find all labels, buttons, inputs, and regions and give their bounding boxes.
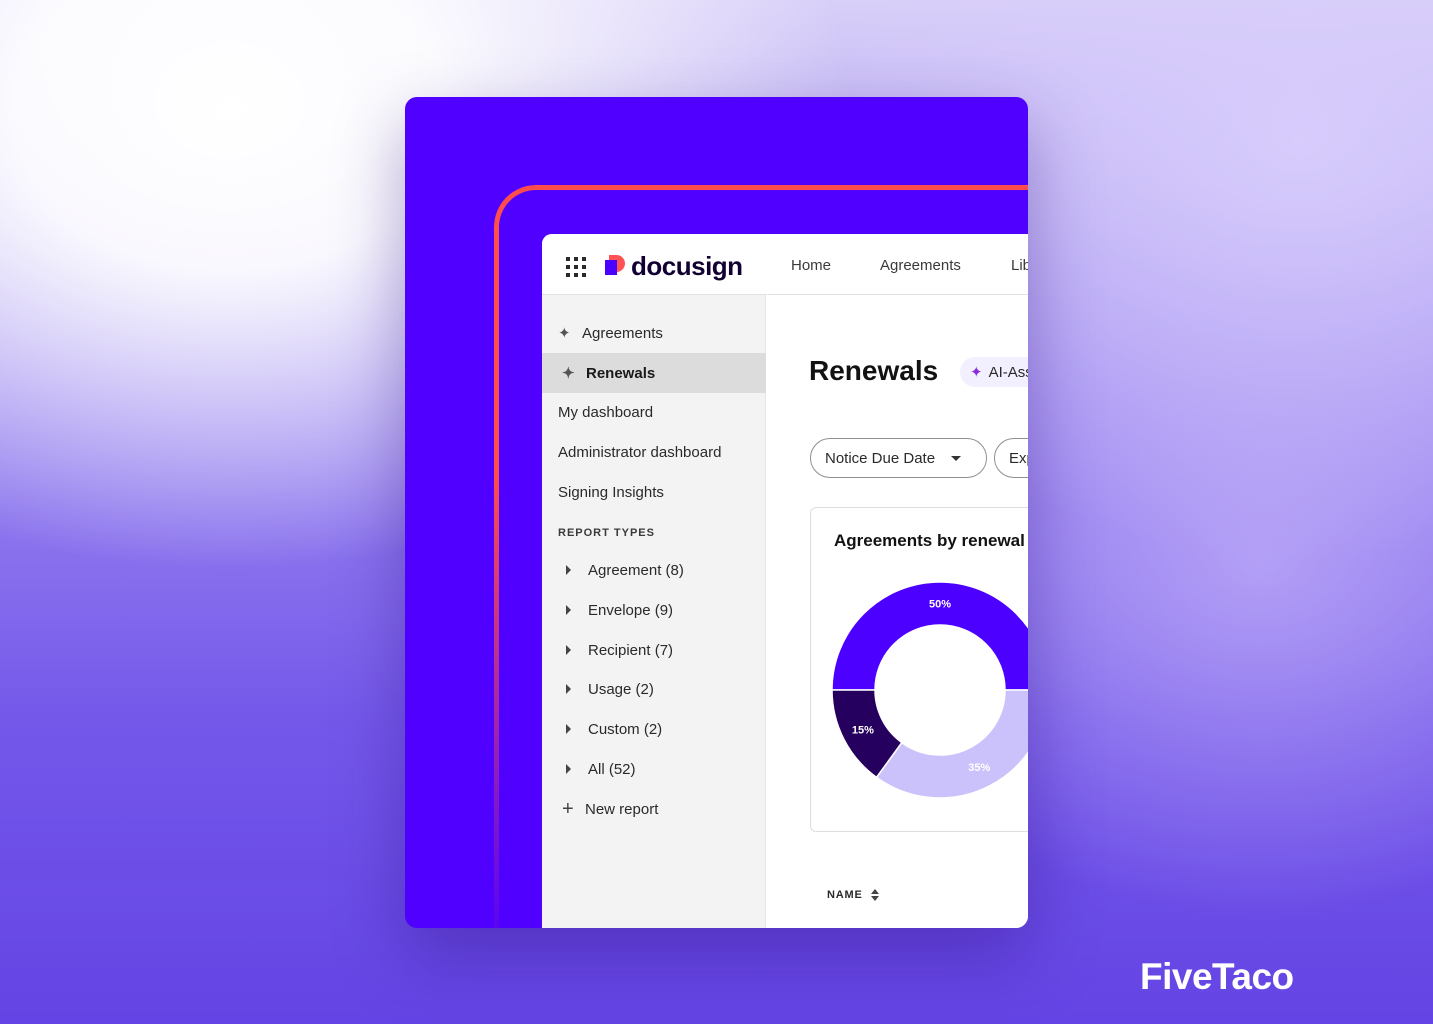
report-type-envelope[interactable]: Envelope (9) [542, 590, 766, 630]
fivetaco-brand: FiveTaco [1140, 956, 1294, 997]
ai-sparkle-icon: ✦ [970, 364, 983, 381]
sidebar-item-signing-insights[interactable]: Signing Insights [542, 472, 766, 512]
filter-label: Notice Due Date [825, 449, 936, 467]
sidebar-item-label: Renewals [586, 364, 656, 382]
report-type-label: Agreement (8) [588, 561, 684, 579]
ai-assisted-badge[interactable]: ✦ AI-Assisted [960, 357, 1028, 387]
caret-right-icon [566, 565, 571, 575]
report-type-recipient[interactable]: Recipient (7) [542, 630, 766, 670]
sidebar-item-renewals[interactable]: ✦ Renewals [542, 353, 766, 393]
expiration-date-filter[interactable]: Expiration Date [994, 438, 1028, 478]
caret-right-icon [566, 724, 571, 734]
donut-slice-label-1: 50% [929, 599, 951, 611]
sparkle-icon: ✦ [558, 325, 571, 342]
main-content: Renewals ✦ AI-Assisted Notice Due Date E… [767, 295, 1028, 928]
nav-home[interactable]: Home [791, 257, 831, 274]
nav-library[interactable]: Library [1011, 257, 1028, 274]
logo-text: docusign [631, 250, 743, 281]
sort-icon [870, 889, 879, 901]
page-title: Renewals [809, 355, 939, 386]
renewal-chart-card: Agreements by renewal 50% 35% 15% [810, 507, 1028, 832]
sparkle-icon: ✦ [562, 365, 575, 382]
donut-slice-label-3: 15% [852, 724, 874, 736]
ai-assisted-label: AI-Assisted [988, 363, 1028, 381]
plus-icon: + [562, 798, 574, 820]
report-type-label: Usage (2) [588, 680, 654, 698]
caret-right-icon [566, 684, 571, 694]
sidebar-item-label: Signing Insights [558, 483, 664, 501]
report-type-agreement[interactable]: Agreement (8) [542, 550, 766, 590]
report-type-usage[interactable]: Usage (2) [542, 669, 766, 709]
notice-due-date-filter[interactable]: Notice Due Date [810, 438, 987, 478]
nav-agreements[interactable]: Agreements [880, 257, 961, 274]
report-type-custom[interactable]: Custom (2) [542, 709, 766, 749]
report-type-label: Envelope (9) [588, 601, 674, 619]
report-type-all[interactable]: All (52) [542, 749, 766, 789]
sidebar: ✦ Agreements ✦ Renewals My dashboard Adm… [542, 295, 766, 928]
sidebar-item-label: Agreements [582, 324, 663, 342]
docusign-logo-icon [605, 255, 627, 277]
caret-right-icon [566, 605, 571, 615]
column-header-label: NAME [827, 889, 863, 901]
docusign-logo[interactable]: docusign [605, 250, 743, 281]
report-type-label: All (52) [588, 760, 636, 778]
name-column-header[interactable]: NAME [827, 889, 879, 901]
new-report-button[interactable]: + New report [542, 789, 766, 829]
report-type-label: Custom (2) [588, 720, 663, 738]
filter-label: Expiration Date [1009, 449, 1028, 467]
sidebar-item-label: My dashboard [558, 403, 654, 421]
new-report-label: New report [585, 800, 659, 818]
report-type-label: Recipient (7) [588, 641, 674, 659]
app-window: docusign Home Agreements Library ✦ Agree… [542, 234, 1028, 928]
caret-right-icon [566, 764, 571, 774]
top-navigation-bar: docusign Home Agreements Library [542, 234, 1028, 295]
app-launcher-grid-icon[interactable] [566, 257, 586, 277]
donut-chart: 50% 35% 15% [831, 581, 1028, 799]
chevron-down-icon [951, 455, 962, 461]
donut-slice-label-2: 35% [968, 762, 990, 774]
sidebar-item-label: Administrator dashboard [558, 443, 722, 461]
promo-card: docusign Home Agreements Library ✦ Agree… [405, 97, 1028, 928]
sidebar-item-administrator-dashboard[interactable]: Administrator dashboard [542, 432, 766, 472]
sidebar-item-agreements[interactable]: ✦ Agreements [542, 313, 766, 353]
sidebar-item-my-dashboard[interactable]: My dashboard [542, 392, 766, 432]
caret-right-icon [566, 645, 571, 655]
report-types-heading: REPORT TYPES [558, 527, 655, 539]
